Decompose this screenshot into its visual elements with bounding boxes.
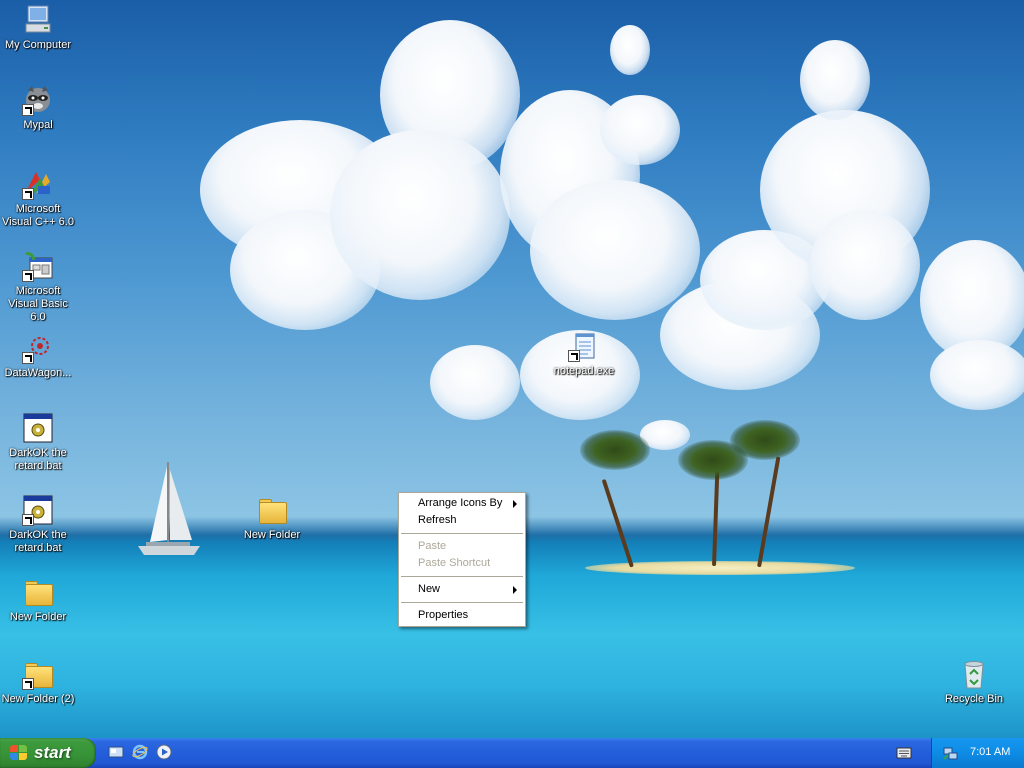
new-folder-2-shortcut[interactable]: New Folder (2) [0, 658, 76, 706]
recycle-bin-icon [958, 658, 990, 690]
folder-icon [22, 658, 54, 690]
recycle-bin-icon-item[interactable]: Recycle Bin [936, 658, 1012, 706]
system-tray: 7:01 AM [931, 738, 1024, 768]
menu-item-label: Paste [418, 540, 447, 552]
icon-label: notepad.exe [553, 365, 615, 377]
notepad-shortcut[interactable]: notepad.exe [546, 330, 622, 378]
shortcut-arrow-icon [22, 514, 34, 526]
desktop[interactable]: My Computer Mypal Microsoft Visual C++ 6… [0, 0, 1024, 738]
new-folder-icon-item[interactable]: New Folder [0, 576, 76, 624]
menu-item-label: Arrange Icons By [418, 497, 503, 509]
menu-item-label: Paste Shortcut [418, 557, 491, 569]
batch-file-icon [22, 494, 54, 526]
menu-item-label: Refresh [418, 514, 457, 526]
clock[interactable]: 7:01 AM [970, 746, 1010, 758]
icon-label: New Folder (2) [1, 693, 75, 705]
desktop-context-menu: Arrange Icons By Refresh Paste Paste Sho… [398, 492, 526, 627]
visual-basic-shortcut[interactable]: Microsoft Visual Basic 6.0 [0, 250, 76, 324]
datawagon-icon [22, 332, 54, 364]
icon-label: DataWagon... [4, 367, 72, 379]
menu-item-new[interactable]: New [399, 581, 525, 598]
icon-label: DarkOK the retard.bat [9, 447, 67, 472]
shortcut-arrow-icon [568, 350, 580, 362]
visual-cpp-shortcut[interactable]: Microsoft Visual C++ 6.0 [0, 168, 76, 229]
menu-item-properties[interactable]: Properties [399, 607, 525, 624]
raccoon-icon [22, 84, 54, 116]
submenu-arrow-icon [513, 500, 517, 508]
icon-label: Microsoft Visual Basic 6.0 [8, 285, 68, 323]
menu-item-paste-shortcut: Paste Shortcut [399, 555, 525, 572]
network-icon[interactable] [942, 745, 958, 761]
menu-item-label: New [418, 583, 441, 595]
shortcut-arrow-icon [22, 352, 34, 364]
shortcut-arrow-icon [22, 270, 34, 282]
mypal-shortcut[interactable]: Mypal [0, 84, 76, 132]
menu-item-arrange-icons-by[interactable]: Arrange Icons By [399, 495, 525, 512]
batch-file-icon [22, 412, 54, 444]
icon-label: DarkOK the retard.bat [9, 529, 67, 554]
icon-label: New Folder [9, 611, 67, 623]
batch-file-icon-item[interactable]: DarkOK the retard.bat [0, 412, 76, 473]
shortcut-arrow-icon [22, 678, 34, 690]
menu-item-refresh[interactable]: Refresh [399, 512, 525, 529]
icon-label: Microsoft Visual C++ 6.0 [2, 203, 74, 228]
start-button[interactable]: start [0, 738, 96, 768]
quick-launch-show-desktop-icon[interactable] [108, 744, 124, 760]
quick-launch-internet-explorer-icon[interactable] [132, 744, 148, 760]
datawagon-shortcut[interactable]: DataWagon... [0, 332, 76, 380]
shortcut-arrow-icon [22, 104, 34, 116]
menu-item-label: Properties [418, 609, 469, 621]
icon-label: Recycle Bin [944, 693, 1004, 705]
computer-icon [22, 4, 54, 36]
icon-label: Mypal [23, 119, 53, 131]
my-computer-icon-item[interactable]: My Computer [0, 4, 76, 52]
folder-icon [22, 576, 54, 608]
menu-separator [401, 602, 523, 603]
taskbar: start 7:01 AM [0, 738, 1024, 768]
visual-cpp-icon [22, 168, 54, 200]
windows-logo-icon [10, 745, 28, 761]
menu-separator [401, 533, 523, 534]
batch-file-shortcut[interactable]: DarkOK the retard.bat [0, 494, 76, 555]
new-folder-center-icon-item[interactable]: New Folder [234, 494, 310, 542]
menu-separator [401, 576, 523, 577]
submenu-arrow-icon [513, 586, 517, 594]
visual-basic-icon [22, 250, 54, 282]
keyboard-icon[interactable] [896, 746, 912, 762]
quick-launch-media-player-icon[interactable] [156, 744, 172, 760]
folder-icon [256, 494, 288, 526]
start-label: start [34, 743, 71, 762]
icon-label: My Computer [4, 39, 72, 51]
menu-item-paste: Paste [399, 538, 525, 555]
notepad-icon [568, 330, 600, 362]
icon-label: New Folder [243, 529, 301, 541]
shortcut-arrow-icon [22, 188, 34, 200]
